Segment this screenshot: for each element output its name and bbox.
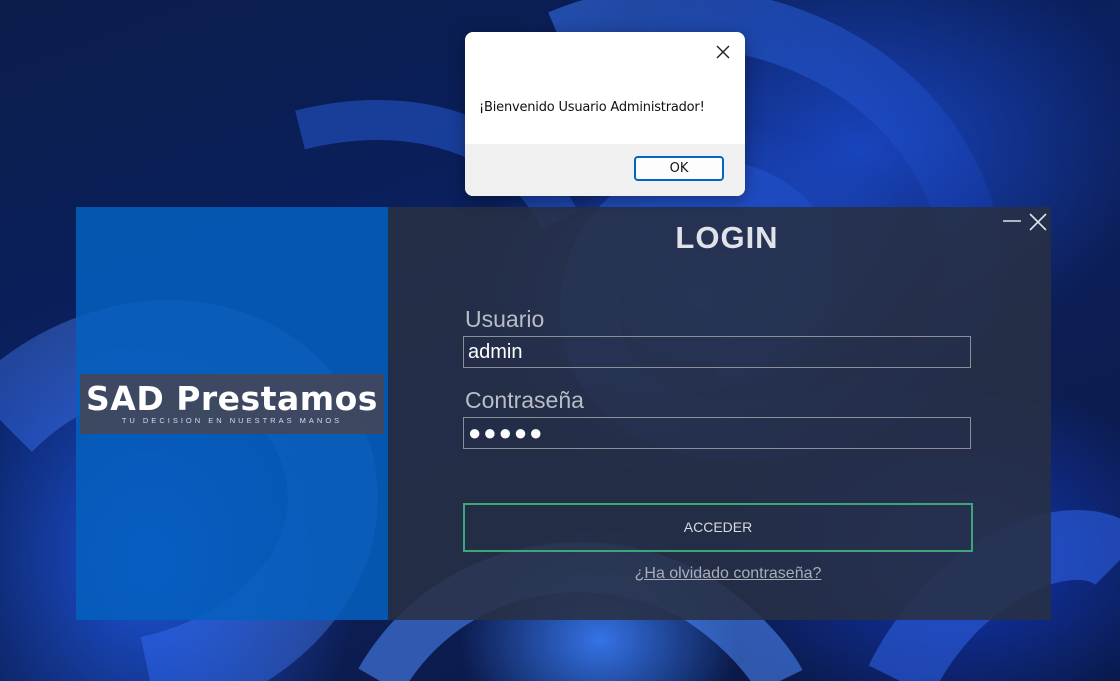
usuario-label: Usuario [465, 306, 545, 332]
logo-subtitle: TU DECISION EN NUESTRAS MANOS [121, 416, 343, 425]
login-title: LOGIN [675, 220, 779, 255]
minimize-button[interactable] [1000, 210, 1024, 234]
password-label: Contraseña [465, 387, 584, 413]
dialog-footer: OK [465, 144, 745, 196]
message-box-dialog: ¡Bienvenido Usuario Administrador! OK [465, 32, 745, 196]
forgot-password-link[interactable]: ¿Ha olvidado contraseña? [388, 565, 1051, 583]
dialog-close-button[interactable] [713, 42, 733, 62]
password-input[interactable]: ●●●●● [463, 417, 971, 449]
login-window: SAD Prestamos TU DECISION EN NUESTRAS MA… [76, 207, 1051, 620]
minimize-icon [1003, 220, 1021, 222]
login-form-panel: LOGIN Usuario admin Contraseña ●●●●● ACC… [388, 207, 1051, 620]
close-button[interactable] [1026, 210, 1050, 234]
close-icon [716, 45, 730, 59]
logo: SAD Prestamos TU DECISION EN NUESTRAS MA… [80, 374, 384, 434]
close-icon [1029, 213, 1047, 231]
dialog-message: ¡Bienvenido Usuario Administrador! [479, 100, 705, 115]
ok-button[interactable]: OK [634, 156, 724, 181]
usuario-input[interactable]: admin [463, 336, 971, 368]
logo-title: SAD Prestamos [86, 379, 378, 418]
acceder-button[interactable]: ACCEDER [463, 503, 973, 552]
brand-panel: SAD Prestamos TU DECISION EN NUESTRAS MA… [76, 207, 388, 620]
